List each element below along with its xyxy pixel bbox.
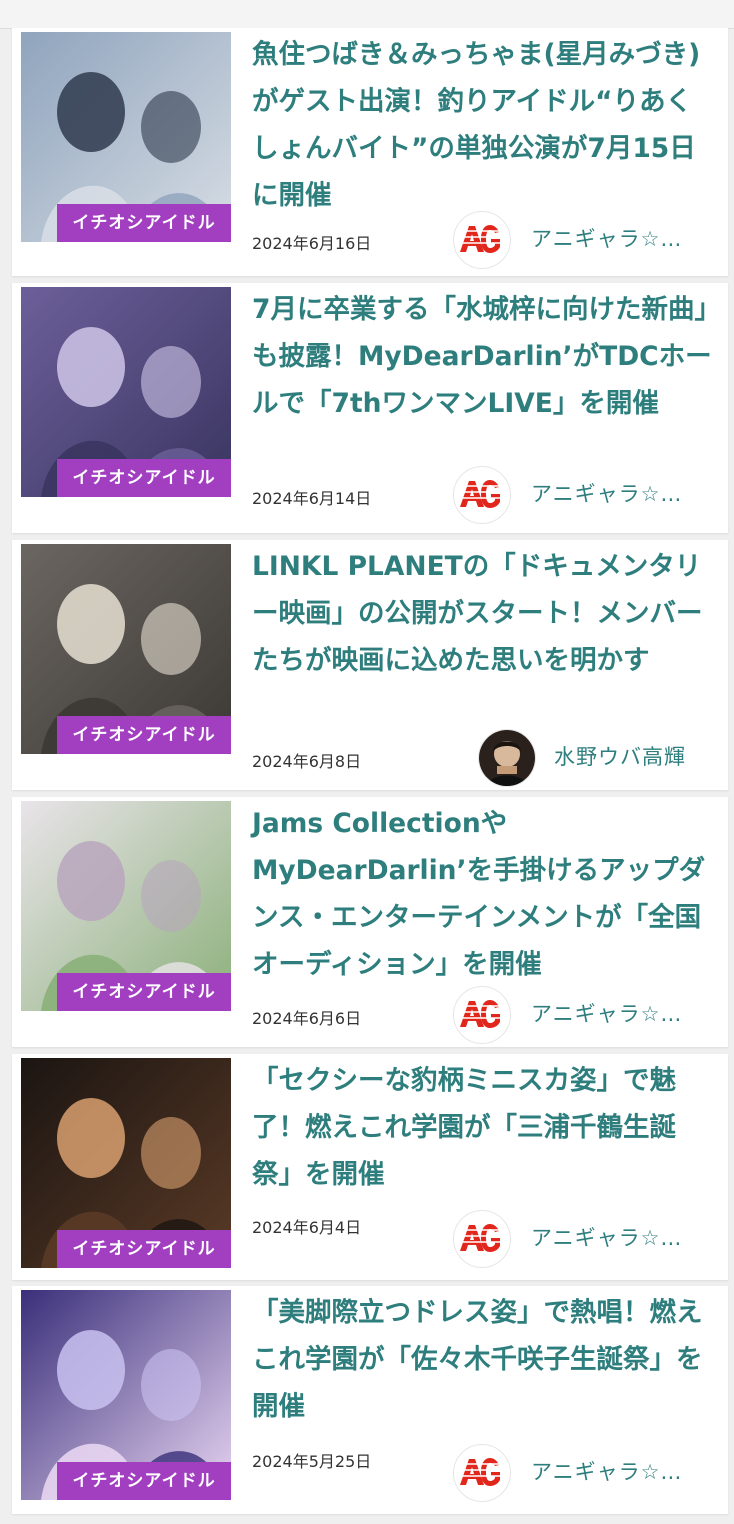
author-name-link[interactable]: アニギャラ☆… [531, 1225, 682, 1251]
article-date: 2024年6月8日 [252, 752, 362, 771]
ag-logo-icon [455, 213, 509, 267]
article-card[interactable]: イチオシアイドル 「セクシーな豹柄ミニスカ姿」で魅了！燃えこれ学園が「三浦千鶴生誕… [12, 1054, 728, 1280]
article-title-link[interactable]: 魚住つばき＆みっちゃま(星月みづき)がゲスト出演！釣りアイドル“りあくしょんバイ… [252, 31, 714, 219]
article-date: 2024年6月6日 [252, 1009, 362, 1028]
ag-logo-icon [455, 988, 509, 1042]
article-thumbnail[interactable]: イチオシアイドル [21, 544, 231, 754]
article-thumbnail[interactable]: イチオシアイドル [21, 1290, 231, 1500]
author-name-link[interactable]: アニギャラ☆… [531, 481, 682, 507]
category-badge: イチオシアイドル [57, 1230, 231, 1268]
author-name-link[interactable]: アニギャラ☆… [531, 1459, 682, 1485]
article-date: 2024年6月14日 [252, 489, 372, 508]
article-thumbnail[interactable]: イチオシアイドル [21, 801, 231, 1011]
author-name-link[interactable]: アニギャラ☆… [531, 1001, 682, 1027]
category-badge: イチオシアイドル [57, 204, 231, 242]
article-title-link[interactable]: Jams CollectionやMyDearDarlin’を手掛けるアップダンス… [252, 800, 714, 988]
article-title-link[interactable]: 7月に卒業する「水城梓に向けた新曲」も披露！MyDearDarlin’がTDCホ… [252, 286, 714, 427]
author-name-link[interactable]: 水野ウバ高輝 [554, 744, 686, 770]
article-thumbnail[interactable]: イチオシアイドル [21, 32, 231, 242]
article-thumbnail[interactable]: イチオシアイドル [21, 287, 231, 497]
author-photo-icon [479, 730, 535, 786]
author-avatar[interactable] [453, 1444, 511, 1502]
article-card[interactable]: イチオシアイドル 魚住つばき＆みっちゃま(星月みづき)がゲスト出演！釣りアイドル“… [12, 28, 728, 276]
category-badge: イチオシアイドル [57, 716, 231, 754]
author-avatar[interactable] [453, 1210, 511, 1268]
author-avatar[interactable] [453, 986, 511, 1044]
ag-logo-icon [455, 468, 509, 522]
author-name-link[interactable]: アニギャラ☆… [531, 226, 682, 252]
article-date: 2024年6月16日 [252, 234, 372, 253]
article-card[interactable]: イチオシアイドル 7月に卒業する「水城梓に向けた新曲」も披露！MyDearDarl… [12, 283, 728, 533]
article-title-link[interactable]: LINKL PLANETの「ドキュメンタリー映画」の公開がスタート！メンバーたち… [252, 543, 714, 684]
article-date: 2024年6月4日 [252, 1218, 362, 1237]
article-thumbnail[interactable]: イチオシアイドル [21, 1058, 231, 1268]
ag-logo-icon [455, 1212, 509, 1266]
author-avatar[interactable] [453, 211, 511, 269]
article-title-link[interactable]: 「美脚際立つドレス姿」で熱唱！燃えこれ学園が「佐々木千咲子生誕祭」を開催 [252, 1289, 714, 1430]
article-date: 2024年5月25日 [252, 1452, 372, 1471]
category-badge: イチオシアイドル [57, 973, 231, 1011]
category-badge: イチオシアイドル [57, 459, 231, 497]
category-badge: イチオシアイドル [57, 1462, 231, 1500]
ag-logo-icon [455, 1446, 509, 1500]
article-card[interactable]: イチオシアイドル 「美脚際立つドレス姿」で熱唱！燃えこれ学園が「佐々木千咲子生誕祭… [12, 1286, 728, 1514]
author-avatar[interactable] [478, 729, 536, 787]
author-avatar[interactable] [453, 466, 511, 524]
article-card[interactable]: イチオシアイドル Jams CollectionやMyDearDarlin’を手掛… [12, 797, 728, 1047]
browser-top-bar [0, 0, 734, 29]
article-card[interactable]: イチオシアイドル LINKL PLANETの「ドキュメンタリー映画」の公開がスター… [12, 540, 728, 790]
article-title-link[interactable]: 「セクシーな豹柄ミニスカ姿」で魅了！燃えこれ学園が「三浦千鶴生誕祭」を開催 [252, 1057, 714, 1198]
